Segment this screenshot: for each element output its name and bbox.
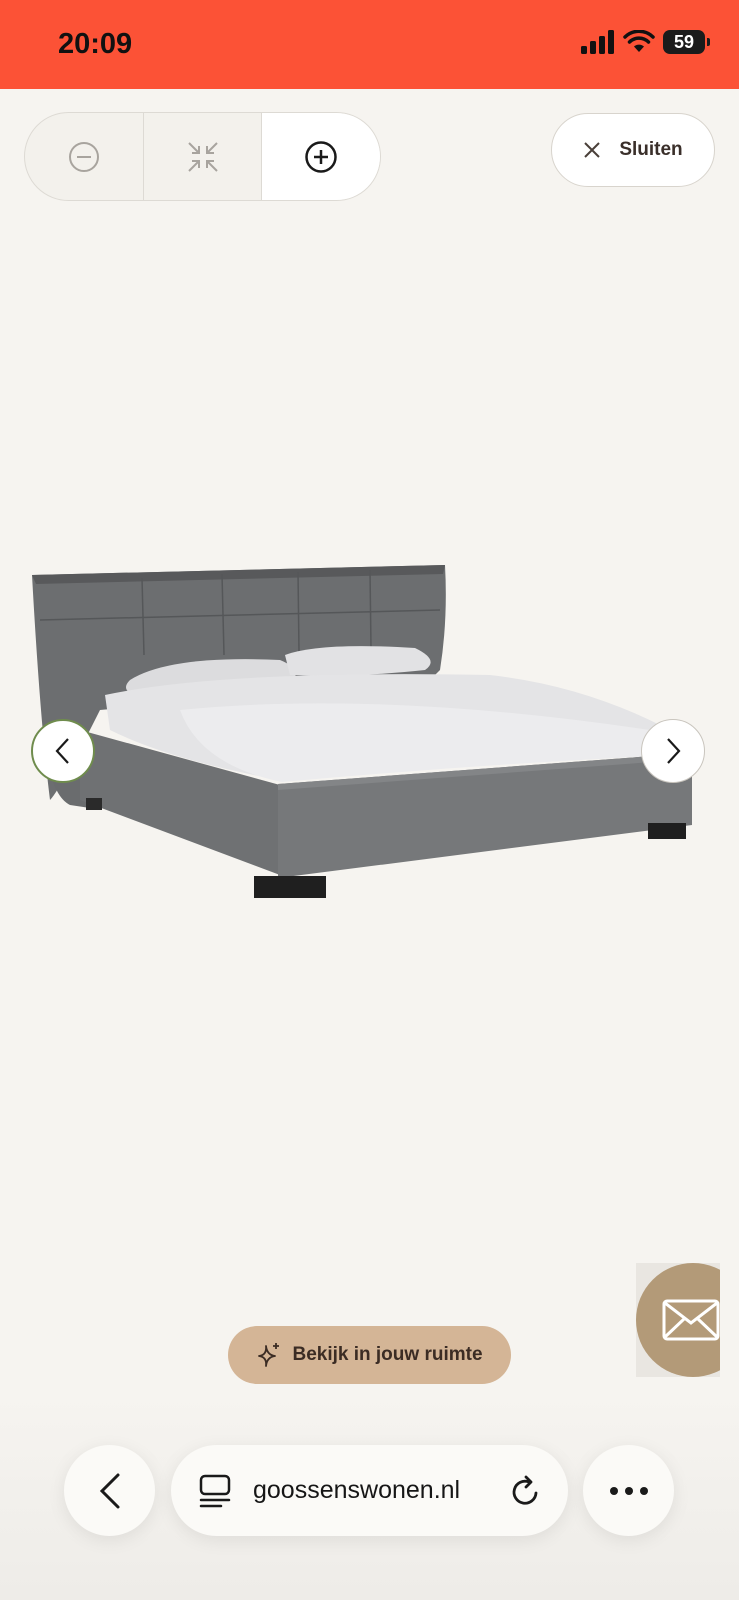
status-icons: 59 <box>581 30 710 54</box>
product-image-bed <box>32 565 692 898</box>
chevron-left-icon <box>99 1473 119 1508</box>
view-in-room-button[interactable]: Bekijk in jouw ruimte <box>228 1326 511 1384</box>
close-icon <box>584 142 601 158</box>
contact-button-circle <box>636 1263 720 1377</box>
zoom-controls <box>24 112 381 201</box>
zoom-out-button[interactable] <box>25 113 144 200</box>
sparkle-icon <box>258 1343 280 1367</box>
close-button[interactable]: Sluiten <box>551 113 715 187</box>
more-horizontal-icon <box>609 1486 648 1495</box>
collapse-icon <box>187 141 218 172</box>
tabs-icon[interactable] <box>199 1474 231 1508</box>
browser-more-button[interactable] <box>583 1445 674 1536</box>
wifi-icon <box>623 30 655 52</box>
battery-level: 59 <box>673 31 695 52</box>
chevron-right-icon <box>667 738 681 764</box>
plus-circle-icon <box>305 140 337 173</box>
minus-circle-icon <box>68 141 99 172</box>
browser-back-button[interactable] <box>64 1445 155 1536</box>
url-text: goossenswonen.nl <box>253 1476 461 1504</box>
next-image-button[interactable] <box>641 719 705 783</box>
signal-icon <box>581 30 614 54</box>
previous-image-button[interactable] <box>31 719 95 783</box>
zoom-in-button[interactable] <box>262 113 380 200</box>
address-bar[interactable]: goossenswonen.nl <box>171 1445 568 1536</box>
chevron-left-icon <box>55 738 69 764</box>
close-label: Sluiten <box>619 139 683 160</box>
battery-icon: 59 <box>663 30 710 54</box>
status-bar: 20:09 59 <box>0 0 739 89</box>
status-time: 20:09 <box>58 28 133 60</box>
contact-button[interactable] <box>636 1263 720 1377</box>
fit-to-screen-button[interactable] <box>144 113 263 200</box>
view-in-room-label: Bekijk in jouw ruimte <box>292 1344 483 1365</box>
reload-icon[interactable] <box>510 1474 542 1508</box>
envelope-icon <box>662 1299 720 1341</box>
